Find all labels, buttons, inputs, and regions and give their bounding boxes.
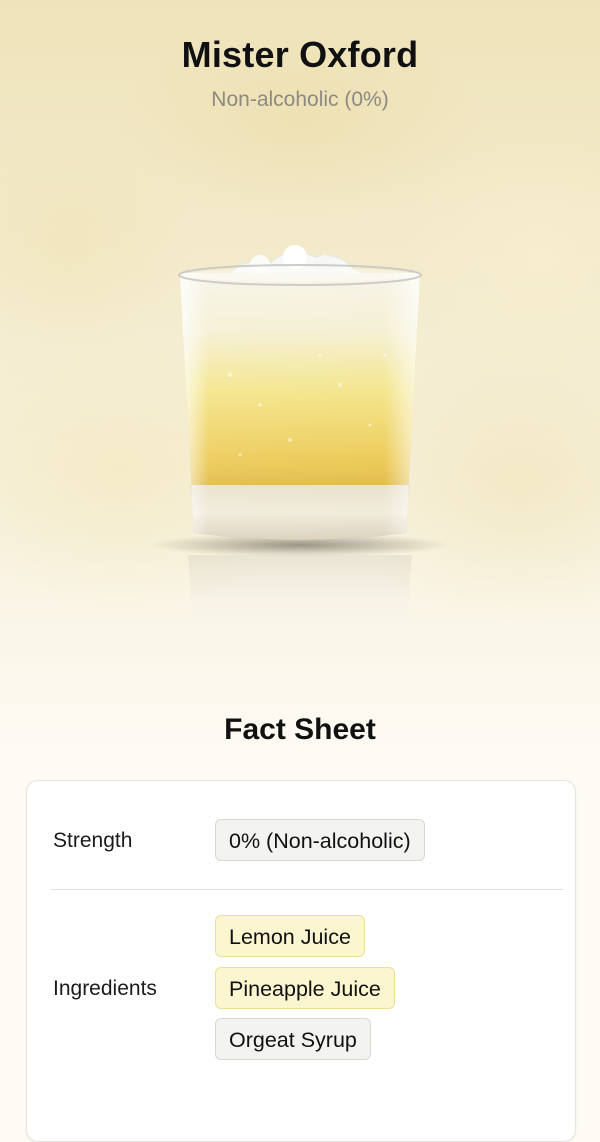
cocktail-glass-image (140, 235, 460, 655)
ingredient-chip-lemon-juice[interactable]: Lemon Juice (215, 915, 365, 957)
drink-strength-subtitle: Non-alcoholic (0%) (211, 88, 389, 111)
ingredient-chip-orgeat-syrup[interactable]: Orgeat Syrup (215, 1018, 371, 1060)
ingredient-chip-pineapple-juice[interactable]: Pineapple Juice (215, 967, 395, 1009)
fact-sheet-title: Fact Sheet (224, 713, 376, 746)
ingredients-label: Ingredients (53, 977, 157, 1000)
strength-value-chip[interactable]: 0% (Non-alcoholic) (215, 819, 425, 861)
fact-sheet-card: Strength 0% (Non-alcoholic) Ingredients … (26, 780, 576, 1142)
row-divider (51, 889, 563, 890)
cocktail-glass-icon (150, 245, 450, 645)
strength-label: Strength (53, 829, 133, 852)
drink-title: Mister Oxford (181, 34, 419, 75)
